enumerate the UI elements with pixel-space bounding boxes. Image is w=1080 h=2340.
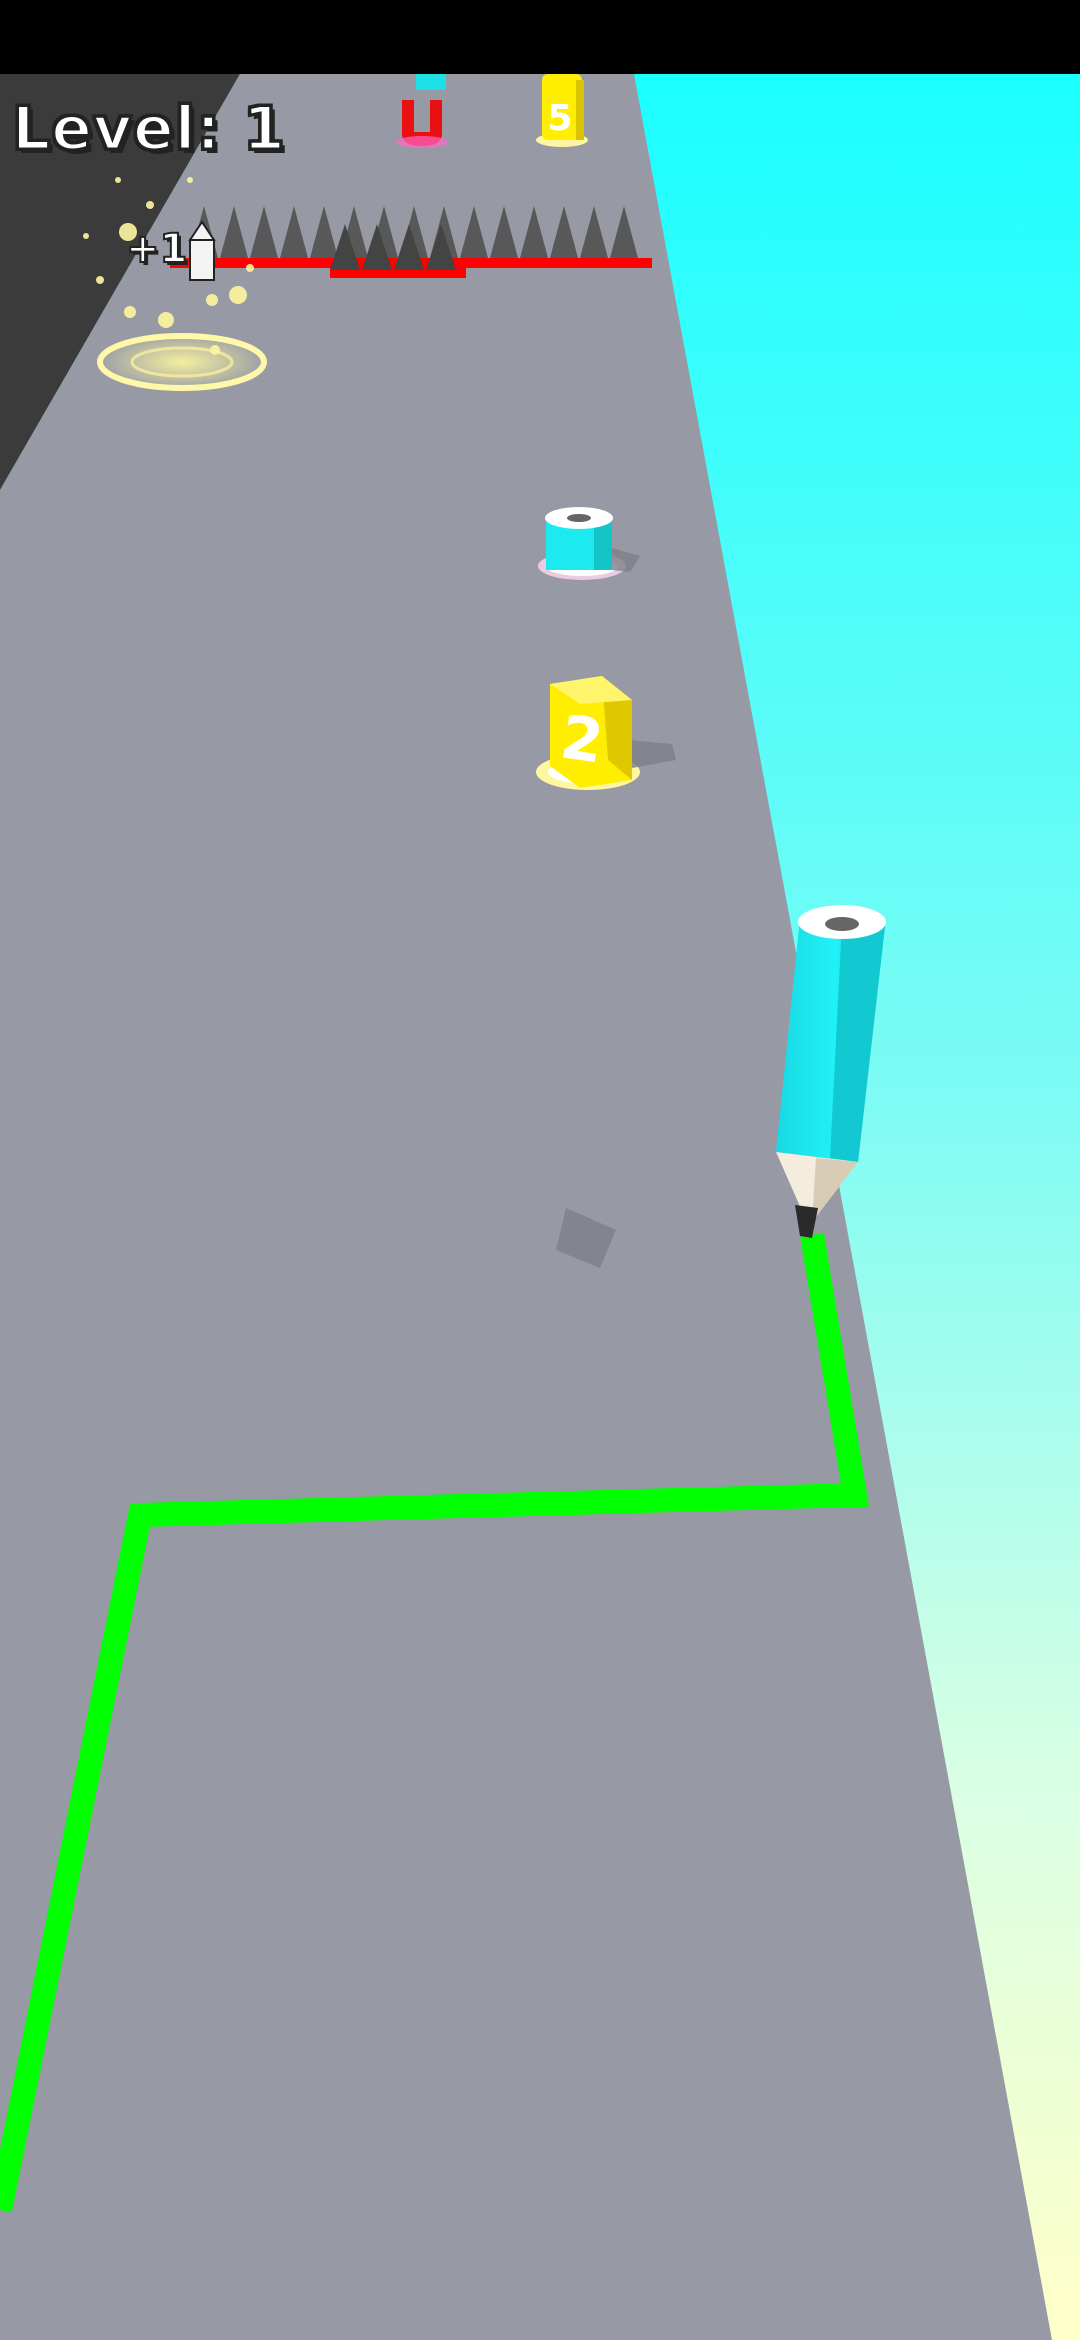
status-bar [0,0,1080,74]
level-label: Level: 1 [11,93,287,166]
far-number-label: 5 [547,98,572,139]
bonus-label: +1 [125,225,188,273]
game-scene[interactable]: U 5 2 [0,0,1080,2340]
